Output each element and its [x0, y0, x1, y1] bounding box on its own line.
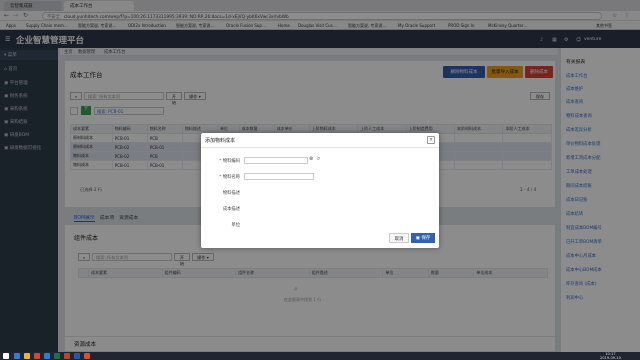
dialog-title: 添加物料成本: [205, 138, 236, 144]
taskbar-app-icon[interactable]: [44, 353, 50, 359]
taskbar-folder-icon[interactable]: [24, 353, 30, 359]
dialog-divider: [201, 147, 439, 148]
taskbar-powerpoint-icon[interactable]: [64, 353, 70, 359]
taskbar-chrome-icon[interactable]: [84, 353, 90, 359]
taskbar-app-icon[interactable]: [34, 353, 40, 359]
cancel-button[interactable]: 取消: [389, 233, 409, 243]
taskbar-word-icon[interactable]: [74, 353, 80, 359]
close-icon[interactable]: ×: [427, 136, 435, 144]
field-label: * 物料编码: [219, 159, 240, 164]
taskbar-app-icon[interactable]: [14, 353, 20, 359]
clear-icon[interactable]: ⊗: [309, 156, 313, 162]
field-label: * 物料名称: [219, 175, 240, 180]
taskbar: [0, 352, 640, 360]
taskbar-excel-icon[interactable]: [54, 353, 60, 359]
search-icon[interactable]: ⌕: [317, 156, 320, 163]
system-clock[interactable]: 10:17 2019-09-10: [600, 352, 621, 360]
field-label: 单位: [231, 223, 240, 228]
material-code-input[interactable]: [244, 157, 308, 164]
field-label: 物料描述: [222, 191, 240, 196]
field-label: 成本描述: [222, 207, 240, 212]
material-name-input[interactable]: [244, 173, 314, 180]
save-button[interactable]: ▣ 保存: [411, 233, 435, 243]
windows-start-icon[interactable]: [3, 353, 9, 359]
